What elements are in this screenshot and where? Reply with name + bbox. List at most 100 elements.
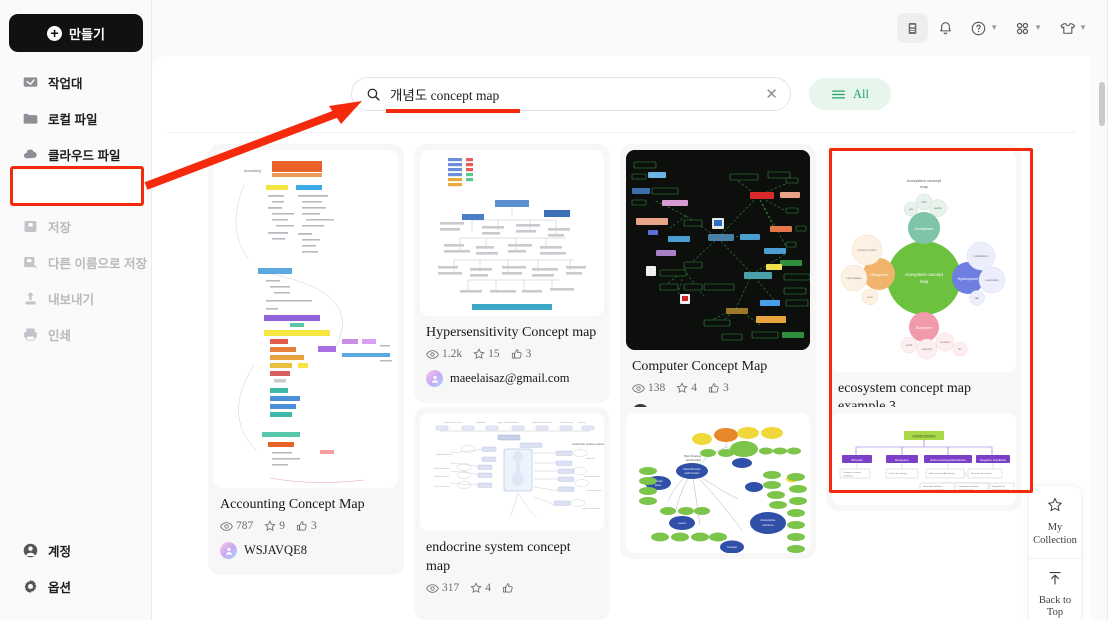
sidebar-item-gallery[interactable]: 갤러리 xyxy=(0,172,152,208)
gallery-card[interactable]: Computer Concept Map 138 4 3 xyxy=(620,144,816,438)
gallery-card[interactable]: Hypersensitivity Concept map 1.2k 15 3 m… xyxy=(414,144,610,404)
svg-text:Reproductive: Reproductive xyxy=(761,519,776,522)
sidebar-nav: 작업대 로컬 파일 클라우드 파일 갤러리 저장 다른 이름으로 저장 내보내기… xyxy=(0,64,152,352)
svg-text:redistribution: redistribution xyxy=(974,254,989,258)
svg-text:earth quakes: earth quakes xyxy=(847,276,863,280)
search-icon xyxy=(367,88,380,101)
eye-icon xyxy=(426,583,439,593)
my-collection-line1: My xyxy=(1047,522,1063,533)
svg-text:Leaves: Leaves xyxy=(678,522,687,525)
svg-text:Detect the change: Detect the change xyxy=(889,472,908,475)
purple-hierarchy-thumb: HOMEOSTASIS Stimulus Receptors Self-corr… xyxy=(832,413,1016,506)
person-icon xyxy=(431,375,438,383)
svg-text:hormone secretion: hormone secretion xyxy=(444,421,463,424)
svg-text:cellular transmission: cellular transmission xyxy=(582,507,600,510)
apps-button[interactable]: ▼ xyxy=(1007,13,1049,43)
sidebar-item-export[interactable]: 내보내기 xyxy=(0,280,152,316)
card-author[interactable]: maeelaisaz@gmail.com xyxy=(426,370,598,388)
thumbs-up-icon xyxy=(708,383,719,394)
likes-stat: 3 xyxy=(296,520,317,532)
bell-icon xyxy=(940,21,952,34)
svg-text:regulation: regulation xyxy=(476,421,486,424)
bubble-map-thumb: ecosystem concept map ecosystem concept … xyxy=(832,150,1016,372)
sidebar-item-label: 갤러리 xyxy=(48,184,83,199)
eye-icon xyxy=(220,522,233,531)
svg-text:HOMEOSTASIS: HOMEOSTASIS xyxy=(912,435,935,439)
svg-text:types of organization: types of organization xyxy=(498,421,519,424)
sidebar-item-workbench[interactable]: 작업대 xyxy=(0,64,152,100)
gallery-panel: 개념도 concept map ✕ All Accounting Account… xyxy=(152,56,1090,620)
card-thumbnail: HOMEOSTASIS Stimulus Receptors Self-corr… xyxy=(832,413,1016,506)
search-input[interactable]: 개념도 concept map ✕ xyxy=(351,77,791,113)
svg-text:Basic: Basic xyxy=(690,462,697,466)
gallery-card[interactable]: hormone secretion regulation types of org… xyxy=(414,407,610,620)
theme-shirt-icon xyxy=(1060,22,1076,34)
my-collection-line2: Collection xyxy=(1033,534,1077,546)
card-stats: 317 4 xyxy=(426,582,598,594)
thumbs-up-icon xyxy=(502,583,513,593)
create-button[interactable]: + 만들기 xyxy=(9,14,143,52)
stars-stat: 4 xyxy=(676,382,697,394)
stars-stat: 15 xyxy=(473,348,500,360)
gallery-card[interactable]: Accounting Accounting Concept Map 787 9 … xyxy=(208,144,404,576)
notifications-button[interactable] xyxy=(930,13,961,43)
chevron-down-icon: ▼ xyxy=(1034,23,1043,32)
views-count: 787 xyxy=(236,520,254,533)
panel-divider xyxy=(166,132,1076,133)
avatar xyxy=(426,370,443,388)
svg-text:weather: weather xyxy=(934,207,943,210)
flow-tree-thumb xyxy=(420,150,604,316)
svg-text:conditions: conditions xyxy=(843,475,854,478)
svg-text:rain: rain xyxy=(975,297,980,300)
sidebar-item-cloud-files[interactable]: 클라우드 파일 xyxy=(0,136,152,172)
export-icon xyxy=(25,291,36,305)
chevron-down-icon: ▼ xyxy=(1079,23,1087,32)
folder-icon xyxy=(23,113,38,124)
gallery-icon xyxy=(23,185,38,197)
create-button-label: 만들기 xyxy=(69,26,105,42)
svg-text:death: death xyxy=(906,344,913,347)
svg-text:water potential: water potential xyxy=(959,489,974,492)
scrollbar-thumb[interactable] xyxy=(1099,82,1105,126)
sidebar-item-print[interactable]: 인쇄 xyxy=(0,316,152,352)
eye-icon xyxy=(426,350,439,359)
gallery-card[interactable]: HOMEOSTASIS Stimulus Receptors Self-corr… xyxy=(826,407,1022,512)
clear-search-icon[interactable]: ✕ xyxy=(765,87,778,102)
svg-text:cell - tissue action: cell - tissue action xyxy=(434,485,450,488)
sidebar-item-label: 옵션 xyxy=(48,580,72,595)
svg-text:Hydrosphere: Hydrosphere xyxy=(958,277,979,281)
svg-text:Regulation of: Regulation of xyxy=(992,485,1005,488)
card-body: Hypersensitivity Concept map 1.2k 15 3 m… xyxy=(420,316,604,397)
card-thumbnail: ecosystem concept map ecosystem concept … xyxy=(832,150,1016,372)
sidebar-item-save-as[interactable]: 다른 이름으로 저장 xyxy=(0,244,152,280)
help-button[interactable]: ▼ xyxy=(963,13,1005,43)
views-stat: 138 xyxy=(632,382,665,394)
sidebar-item-options[interactable]: 옵션 xyxy=(0,568,152,604)
scrollbar[interactable] xyxy=(1099,62,1105,614)
card-stats: 787 9 3 xyxy=(220,520,392,532)
sidebar-item-save[interactable]: 저장 xyxy=(0,208,152,244)
svg-text:wind: wind xyxy=(922,201,928,204)
gallery-card[interactable]: Plant Structure and Function Plant Struc… xyxy=(620,407,816,560)
my-collection-button[interactable]: My Collection xyxy=(1029,486,1081,558)
svg-text:extinction: extinction xyxy=(922,348,933,351)
sidebar-item-account[interactable]: 계정 xyxy=(0,532,152,568)
svg-text:released hormone: released hormone xyxy=(584,476,601,478)
views-count: 138 xyxy=(648,382,666,395)
svg-text:Lithosphere: Lithosphere xyxy=(870,273,889,277)
svg-text:Transport: Transport xyxy=(727,546,737,549)
svg-text:and Function: and Function xyxy=(686,458,702,462)
svg-text:body temperature: body temperature xyxy=(992,489,1010,492)
views-stat: 1.2k xyxy=(426,348,462,360)
theme-button[interactable]: ▼ xyxy=(1051,13,1094,43)
sidebar-item-local-files[interactable]: 로컬 파일 xyxy=(0,100,152,136)
chevron-down-icon: ▼ xyxy=(990,23,999,32)
svg-text:Self-correcting Mechanism: Self-correcting Mechanism xyxy=(929,472,955,475)
back-to-top-button[interactable]: Back to Top xyxy=(1029,557,1081,620)
stars-stat: 4 xyxy=(470,582,491,594)
card-author[interactable]: WSJAVQE8 xyxy=(220,542,392,560)
filter-all-button[interactable]: All xyxy=(809,78,891,110)
svg-text:endocrine system concept map: endocrine system concept map xyxy=(572,442,604,446)
gallery-grid: Accounting Accounting Concept Map 787 9 … xyxy=(152,136,1090,620)
app-badge-button[interactable] xyxy=(897,13,929,43)
